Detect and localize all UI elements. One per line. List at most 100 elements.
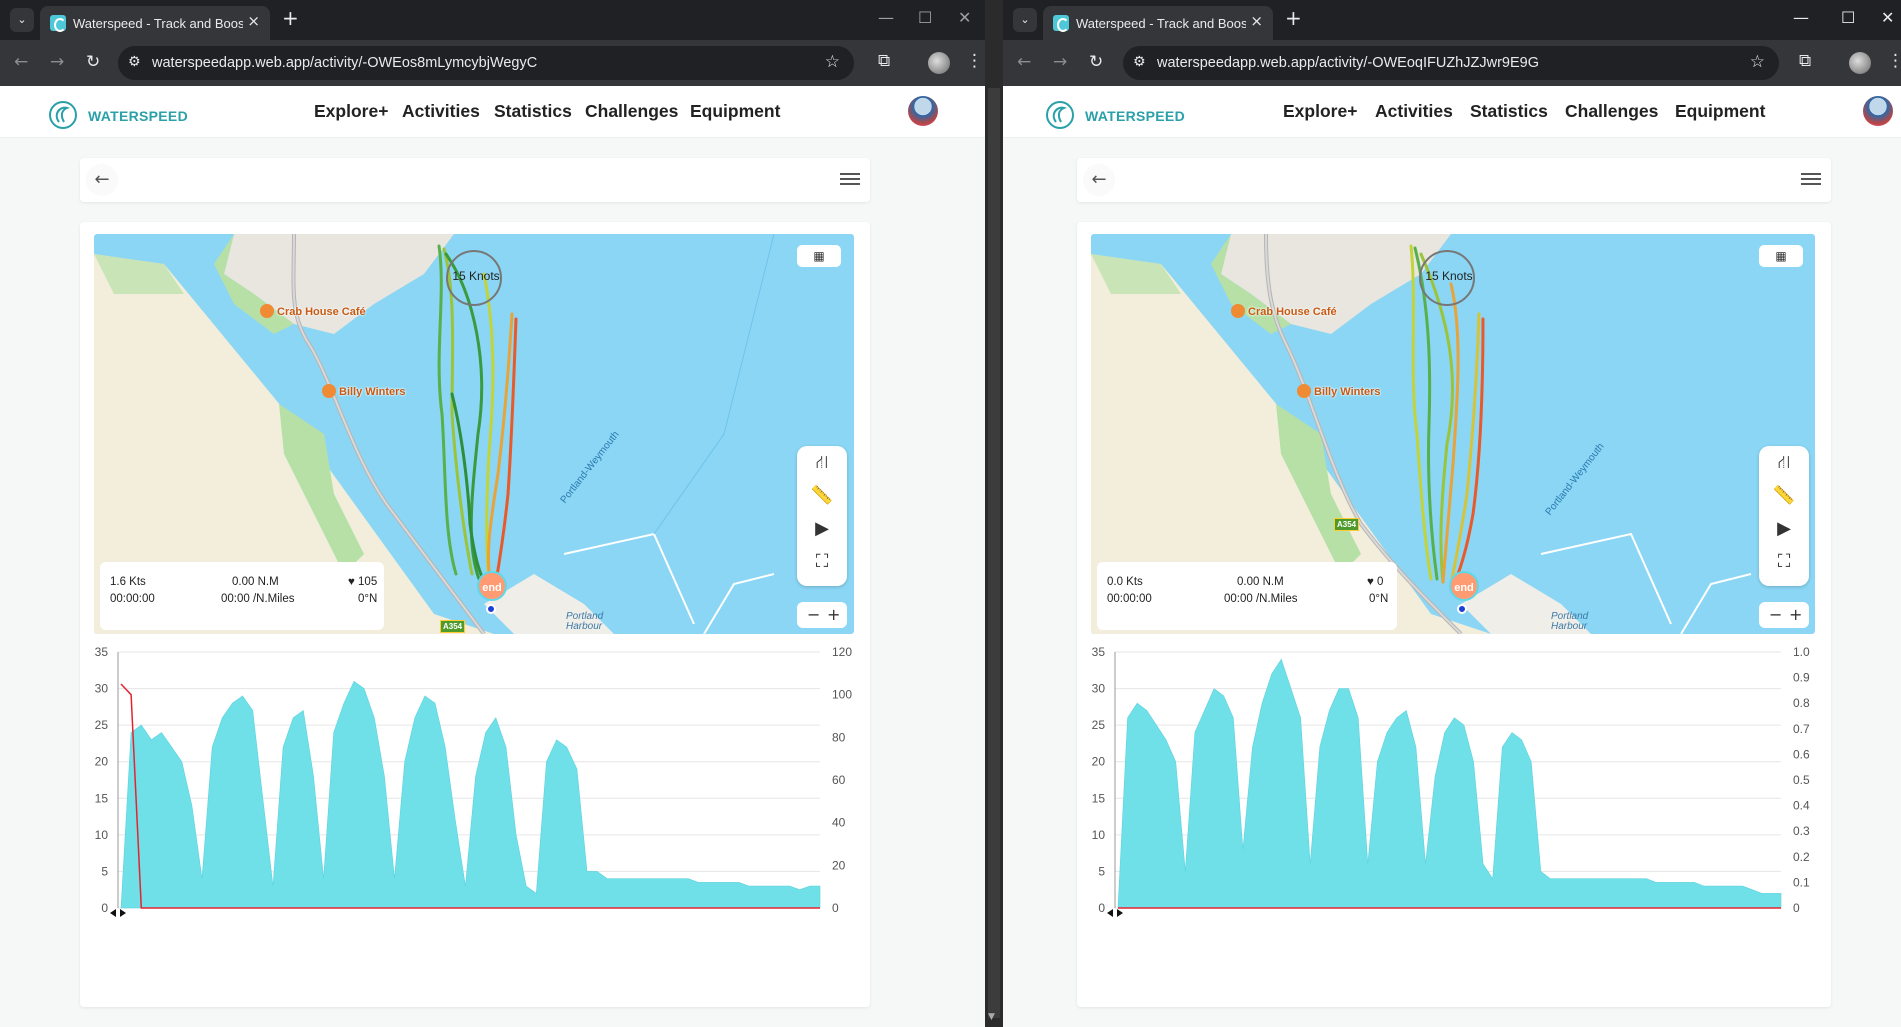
speed-series-area[interactable] bbox=[120, 680, 821, 909]
close-tab-icon[interactable]: × bbox=[247, 12, 260, 30]
nav-activities[interactable]: Activities bbox=[402, 101, 480, 122]
play-icon[interactable]: ▶ bbox=[797, 512, 847, 545]
back-arrow-icon[interactable]: ← bbox=[1083, 164, 1115, 196]
fullscreen-icon[interactable]: ⛶ bbox=[797, 545, 847, 578]
kebab-menu-icon[interactable]: ⋮ bbox=[966, 51, 983, 71]
back-nav-icon[interactable]: ← bbox=[14, 52, 28, 72]
address-bar[interactable]: ⚙ waterspeedapp.web.app/activity/-OWEoqI… bbox=[1123, 46, 1779, 80]
brand-name[interactable]: WATERSPEED bbox=[88, 108, 188, 124]
back-nav-icon[interactable]: ← bbox=[1017, 52, 1031, 72]
zoom-in-button[interactable]: + bbox=[1789, 605, 1802, 624]
range-handle-icon[interactable] bbox=[110, 909, 126, 917]
scrollbar[interactable] bbox=[988, 88, 1000, 1018]
start-marker[interactable] bbox=[486, 604, 496, 614]
minimize-icon[interactable]: — bbox=[1793, 8, 1809, 27]
nav-statistics[interactable]: Statistics bbox=[494, 101, 572, 122]
nav-statistics[interactable]: Statistics bbox=[1470, 101, 1548, 122]
avatar[interactable] bbox=[908, 96, 938, 126]
poi-billy-winters[interactable]: Billy Winters bbox=[322, 384, 406, 398]
close-tab-icon[interactable]: × bbox=[1250, 12, 1263, 30]
new-tab-button[interactable]: + bbox=[1285, 6, 1302, 30]
extensions-icon[interactable]: ⧉ bbox=[1799, 51, 1811, 71]
road-shield: A354 bbox=[1334, 518, 1360, 531]
tab-search-button[interactable]: ⌄ bbox=[10, 8, 34, 32]
nav-challenges[interactable]: Challenges bbox=[585, 101, 678, 122]
new-tab-button[interactable]: + bbox=[282, 6, 299, 30]
forward-nav-icon[interactable]: → bbox=[50, 52, 64, 72]
ruler-icon[interactable]: 📏 bbox=[1759, 479, 1809, 512]
fullscreen-icon[interactable]: ⛶ bbox=[1759, 545, 1809, 578]
maximize-icon[interactable]: ☐ bbox=[918, 8, 932, 27]
back-arrow-icon[interactable]: ← bbox=[86, 164, 118, 196]
nav-explore[interactable]: Explore+ bbox=[1283, 101, 1357, 122]
scroll-down-icon[interactable]: ▼ bbox=[988, 1012, 995, 1022]
address-bar[interactable]: ⚙ waterspeedapp.web.app/activity/-OWEos8… bbox=[118, 46, 854, 80]
extensions-icon[interactable]: ⧉ bbox=[878, 51, 890, 71]
speed-chart[interactable]: 0 5 10 15 20 25 30 35 0 20 40 60 80 100 120 bbox=[94, 642, 854, 1027]
zoom-out-button[interactable]: − bbox=[1769, 605, 1782, 624]
speed-chart[interactable]: 0 5 10 15 20 25 30 35 0 0.1 0.2 0.3 0.4 0.5 0.6 0.7 0.8 0… bbox=[1091, 642, 1815, 1027]
close-window-icon[interactable]: ✕ bbox=[958, 8, 971, 27]
speed-series-area[interactable] bbox=[1117, 658, 1782, 909]
end-marker[interactable]: end bbox=[477, 571, 507, 601]
kebab-menu-icon[interactable]: ⋮ bbox=[1887, 51, 1901, 71]
tab-search-button[interactable]: ⌄ bbox=[1013, 8, 1037, 32]
range-handle-icon[interactable] bbox=[1107, 909, 1123, 917]
map-view[interactable]: 15 Knots ▦ Crab House Café Billy Winters… bbox=[1091, 234, 1815, 634]
waterspeed-logo-icon[interactable] bbox=[48, 100, 78, 130]
brand-name[interactable]: WATERSPEED bbox=[1085, 108, 1185, 124]
hamburger-menu-icon[interactable] bbox=[840, 173, 860, 187]
y-tick-label: 35 bbox=[95, 645, 109, 659]
speed-chart-svg[interactable]: 0 5 10 15 20 25 30 35 0 20 40 60 80 100 120 bbox=[94, 642, 854, 972]
nav-challenges[interactable]: Challenges bbox=[1565, 101, 1658, 122]
y-tick-label: 5 bbox=[1098, 864, 1105, 878]
reload-icon[interactable]: ↻ bbox=[1089, 52, 1103, 72]
profile-icon[interactable] bbox=[928, 52, 950, 74]
nav-equipment[interactable]: Equipment bbox=[1675, 101, 1765, 122]
avatar[interactable] bbox=[1863, 96, 1893, 126]
map-layers-button[interactable]: ▦ bbox=[797, 245, 841, 267]
harbour-label: Portland Harbour bbox=[566, 611, 604, 632]
nav-activities[interactable]: Activities bbox=[1375, 101, 1453, 122]
poi-crab-house-cafe[interactable]: Crab House Café bbox=[1231, 304, 1337, 318]
map-layers-button[interactable]: ▦ bbox=[1759, 245, 1803, 267]
play-icon[interactable]: ▶ bbox=[1759, 512, 1809, 545]
reload-icon[interactable]: ↻ bbox=[86, 52, 100, 72]
app-header: WATERSPEED Explore+ Activities Statistic… bbox=[1003, 86, 1901, 138]
nav-equipment[interactable]: Equipment bbox=[690, 101, 780, 122]
profile-icon[interactable] bbox=[1849, 52, 1871, 74]
hamburger-menu-icon[interactable] bbox=[1801, 173, 1821, 187]
end-marker[interactable]: end bbox=[1449, 571, 1479, 601]
minimize-icon[interactable]: — bbox=[878, 8, 894, 27]
zoom-in-button[interactable]: + bbox=[827, 605, 840, 624]
close-window-icon[interactable]: ✕ bbox=[1881, 8, 1894, 27]
y-tick-label: 10 bbox=[1092, 828, 1106, 842]
browser-tab[interactable]: Waterspeed - Track and Boost y × bbox=[40, 6, 270, 40]
y2-tick-label: 40 bbox=[832, 816, 846, 830]
poi-crab-house-cafe[interactable]: Crab House Café bbox=[260, 304, 366, 318]
map-tools-panel: ⛙ 📏 ▶ ⛶ bbox=[1759, 446, 1809, 586]
poi-billy-winters[interactable]: Billy Winters bbox=[1297, 384, 1381, 398]
start-marker[interactable] bbox=[1457, 604, 1467, 614]
bookmark-star-icon[interactable]: ☆ bbox=[825, 52, 840, 72]
y2-tick-label: 120 bbox=[832, 645, 852, 659]
zoom-out-button[interactable]: − bbox=[807, 605, 820, 624]
browser-tab[interactable]: Waterspeed - Track and Boost y × bbox=[1043, 6, 1273, 40]
activity-toolbar-card: ← bbox=[1077, 158, 1831, 202]
route-icon[interactable]: ⛙ bbox=[797, 446, 847, 479]
waterspeed-logo-icon[interactable] bbox=[1045, 100, 1075, 130]
forward-nav-icon[interactable]: → bbox=[1053, 52, 1067, 72]
maximize-icon[interactable]: ☐ bbox=[1841, 8, 1855, 27]
activity-card: 15 Knots ▦ Crab House Café Billy Winters… bbox=[1077, 222, 1831, 1007]
tab-title: Waterspeed - Track and Boost y bbox=[73, 16, 243, 31]
bookmark-star-icon[interactable]: ☆ bbox=[1750, 52, 1765, 72]
speed-chart-svg[interactable]: 0 5 10 15 20 25 30 35 0 0.1 0.2 0.3 0.4 0.5 0.6 0.7 0.8 0… bbox=[1091, 642, 1815, 972]
nav-explore[interactable]: Explore+ bbox=[314, 101, 388, 122]
route-icon[interactable]: ⛙ bbox=[1759, 446, 1809, 479]
ruler-icon[interactable]: 📏 bbox=[797, 479, 847, 512]
site-info-icon[interactable]: ⚙ bbox=[1133, 54, 1146, 70]
map-view[interactable]: 15 Knots ▦ Crab House Café Billy Winters… bbox=[94, 234, 854, 634]
waterspeed-favicon-icon bbox=[50, 15, 66, 32]
site-info-icon[interactable]: ⚙ bbox=[128, 54, 141, 70]
restaurant-icon bbox=[322, 384, 336, 398]
